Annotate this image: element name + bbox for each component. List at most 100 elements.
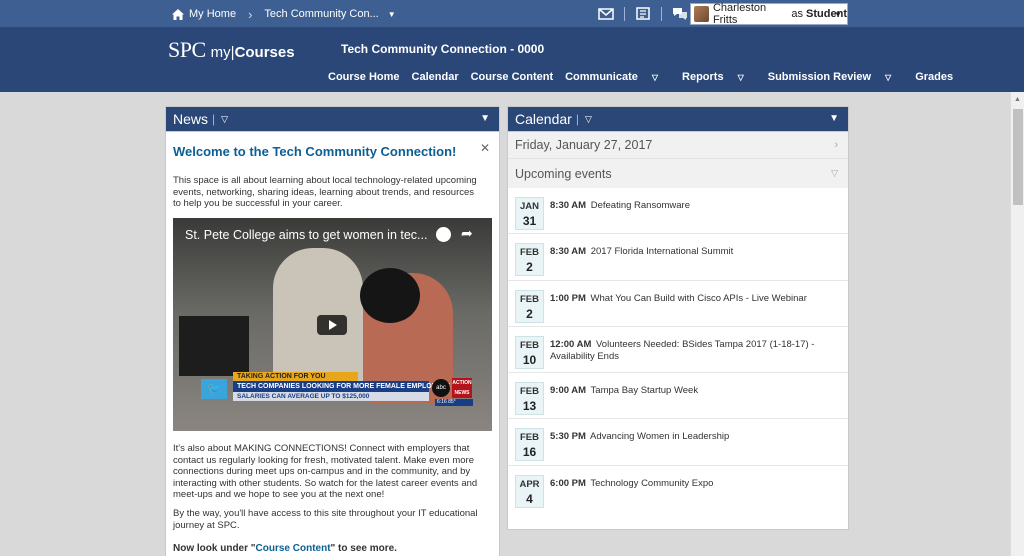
nav-reports[interactable]: Reports ▽ bbox=[682, 71, 756, 83]
logo-spc: SPC bbox=[168, 37, 206, 62]
nav-submission-review-label: Submission Review bbox=[767, 71, 872, 83]
collapse-icon[interactable]: ▼ bbox=[480, 113, 490, 124]
event-day: 4 bbox=[526, 491, 533, 506]
event-info: 8:30 AM 2017 Florida International Summi… bbox=[550, 246, 840, 258]
abc-logo: abc bbox=[432, 379, 450, 397]
user-name: Charleston Fritts bbox=[712, 2, 767, 26]
event-day: 13 bbox=[522, 399, 537, 414]
logo[interactable]: SPC my| Courses bbox=[168, 37, 295, 63]
chevron-down-icon[interactable]: ▽ bbox=[585, 114, 592, 125]
event-title[interactable]: Defeating Ransomware bbox=[591, 200, 690, 211]
watch-later-icon[interactable] bbox=[436, 227, 451, 242]
divider: | bbox=[575, 112, 579, 126]
news-widget: News | ▽ ▼ Welcome to the Tech Community… bbox=[165, 106, 500, 556]
close-icon[interactable]: ✕ bbox=[480, 141, 490, 155]
logo-my: my| bbox=[210, 44, 235, 61]
event-day: 31 bbox=[522, 214, 537, 228]
event-item[interactable]: FEB 13 9:00 AM Tampa Bay Startup Week bbox=[508, 373, 848, 420]
current-date: Friday, January 27, 2017 bbox=[515, 138, 653, 152]
event-info: 9:00 AM Tampa Bay Startup Week bbox=[550, 385, 840, 397]
user-menu[interactable]: Charleston Fritts as Student ▼ bbox=[690, 2, 848, 26]
nav-course-home[interactable]: Course Home bbox=[328, 71, 400, 83]
video-time-temp: 6:16 85° bbox=[435, 399, 473, 406]
current-date-row[interactable]: Friday, January 27, 2017 › bbox=[508, 132, 848, 159]
event-date-badge: APR 4 bbox=[515, 474, 544, 508]
news-text: " to see more. bbox=[330, 543, 397, 554]
upcoming-label: Upcoming events bbox=[515, 166, 612, 181]
event-item[interactable]: FEB 16 5:30 PM Advancing Women in Leader… bbox=[508, 419, 848, 466]
chevron-down-icon[interactable]: ▽ bbox=[221, 114, 228, 125]
chevron-down-icon: ▽ bbox=[737, 73, 744, 82]
video-person-hair bbox=[360, 268, 420, 323]
chevron-down-icon[interactable]: ▼ bbox=[834, 10, 842, 19]
collapse-icon[interactable]: ▼ bbox=[829, 113, 839, 124]
nav-submission-review[interactable]: Submission Review ▽ bbox=[768, 71, 903, 83]
event-time: 6:00 PM bbox=[550, 477, 586, 489]
upcoming-events-row[interactable]: Upcoming events ▽ bbox=[508, 159, 848, 188]
home-icon[interactable] bbox=[172, 8, 184, 20]
news-paragraph: This space is all about learning about l… bbox=[173, 175, 477, 210]
event-info: 5:30 PM Advancing Women in Leadership bbox=[550, 431, 840, 443]
news-paragraph: It's also about MAKING CONNECTIONS! Conn… bbox=[173, 443, 478, 501]
course-header: SPC my| Courses Tech Community Connectio… bbox=[0, 28, 1024, 92]
event-month: FEB bbox=[520, 339, 539, 351]
calendar-heading: Calendar bbox=[515, 111, 572, 127]
nav-calendar[interactable]: Calendar bbox=[412, 71, 459, 83]
event-info: 6:00 PM Technology Community Expo bbox=[550, 478, 840, 490]
event-title[interactable]: Advancing Women in Leadership bbox=[590, 431, 729, 442]
video-title[interactable]: St. Pete College aims to get women in te… bbox=[185, 228, 427, 242]
chevron-down-icon: ▽ bbox=[831, 168, 838, 178]
event-item[interactable]: APR 4 6:00 PM Technology Community Expo bbox=[508, 466, 848, 512]
play-icon[interactable] bbox=[317, 315, 347, 335]
news-header: News | ▽ ▼ bbox=[166, 107, 499, 132]
share-icon[interactable]: ➦ bbox=[461, 225, 473, 242]
event-item[interactable]: FEB 2 8:30 AM 2017 Florida International… bbox=[508, 234, 848, 281]
nav-communicate[interactable]: Communicate ▽ bbox=[565, 71, 670, 83]
event-date-badge: FEB 13 bbox=[515, 382, 544, 416]
event-date-badge: FEB 10 bbox=[515, 335, 544, 369]
calendar-widget: Calendar | ▽ ▼ Friday, January 27, 2017 … bbox=[507, 106, 849, 530]
event-title[interactable]: Technology Community Expo bbox=[590, 478, 713, 489]
event-list: JAN 31 8:30 AM Defeating Ransomware FEB … bbox=[508, 188, 848, 512]
event-day: 16 bbox=[522, 445, 537, 460]
nav-communicate-label: Communicate bbox=[565, 71, 638, 83]
event-item[interactable]: JAN 31 8:30 AM Defeating Ransomware bbox=[508, 188, 848, 235]
divider bbox=[624, 6, 625, 21]
event-day: 10 bbox=[522, 352, 537, 367]
mail-icon[interactable] bbox=[598, 6, 614, 21]
event-month: FEB bbox=[520, 386, 539, 398]
event-title[interactable]: 2017 Florida International Summit bbox=[591, 246, 734, 257]
news-heading: News bbox=[173, 111, 209, 127]
event-date-badge: FEB 16 bbox=[515, 428, 544, 462]
page-scrollbar[interactable]: ▲ bbox=[1010, 92, 1024, 556]
divider: | bbox=[212, 112, 216, 126]
chevron-right-icon: › bbox=[834, 139, 838, 151]
event-month: APR bbox=[519, 478, 540, 490]
scrollbar-thumb[interactable] bbox=[1013, 109, 1023, 205]
event-month: JAN bbox=[519, 201, 539, 212]
nav-reports-label: Reports bbox=[682, 71, 724, 83]
event-time: 1:00 PM bbox=[550, 292, 586, 304]
event-item[interactable]: FEB 10 12:00 AM Volunteers Needed: BSide… bbox=[508, 327, 848, 374]
nav-course-content[interactable]: Course Content bbox=[471, 71, 554, 83]
chevron-down-icon[interactable]: ▼ bbox=[388, 10, 396, 19]
event-title[interactable]: What You Can Build with Cisco APIs - Liv… bbox=[591, 293, 807, 304]
event-title[interactable]: Tampa Bay Startup Week bbox=[591, 385, 699, 396]
news-paragraph: Now look under "Course Content" to see m… bbox=[173, 543, 483, 555]
event-day: 2 bbox=[526, 260, 533, 275]
divider bbox=[661, 6, 662, 21]
video-player[interactable]: St. Pete College aims to get women in te… bbox=[173, 218, 492, 431]
chevron-down-icon: ▽ bbox=[651, 73, 659, 82]
scroll-up-icon[interactable]: ▲ bbox=[1014, 96, 1021, 103]
chat-icon[interactable] bbox=[672, 6, 688, 21]
event-item[interactable]: FEB 2 1:00 PM What You Can Build with Ci… bbox=[508, 281, 848, 327]
my-home-link[interactable]: My Home bbox=[189, 8, 236, 20]
event-day: 2 bbox=[526, 306, 533, 321]
logo-courses: Courses bbox=[234, 44, 295, 61]
nav-grades[interactable]: Grades bbox=[915, 71, 953, 83]
video-caption-3: SALARIES CAN AVERAGE UP TO $125,000 bbox=[233, 392, 429, 401]
course-content-link[interactable]: Course Content bbox=[256, 543, 331, 554]
updates-icon[interactable] bbox=[635, 6, 651, 21]
video-caption-2: TECH COMPANIES LOOKING FOR MORE FEMALE E… bbox=[233, 381, 450, 392]
course-selector[interactable]: Tech Community Con... bbox=[264, 8, 378, 20]
